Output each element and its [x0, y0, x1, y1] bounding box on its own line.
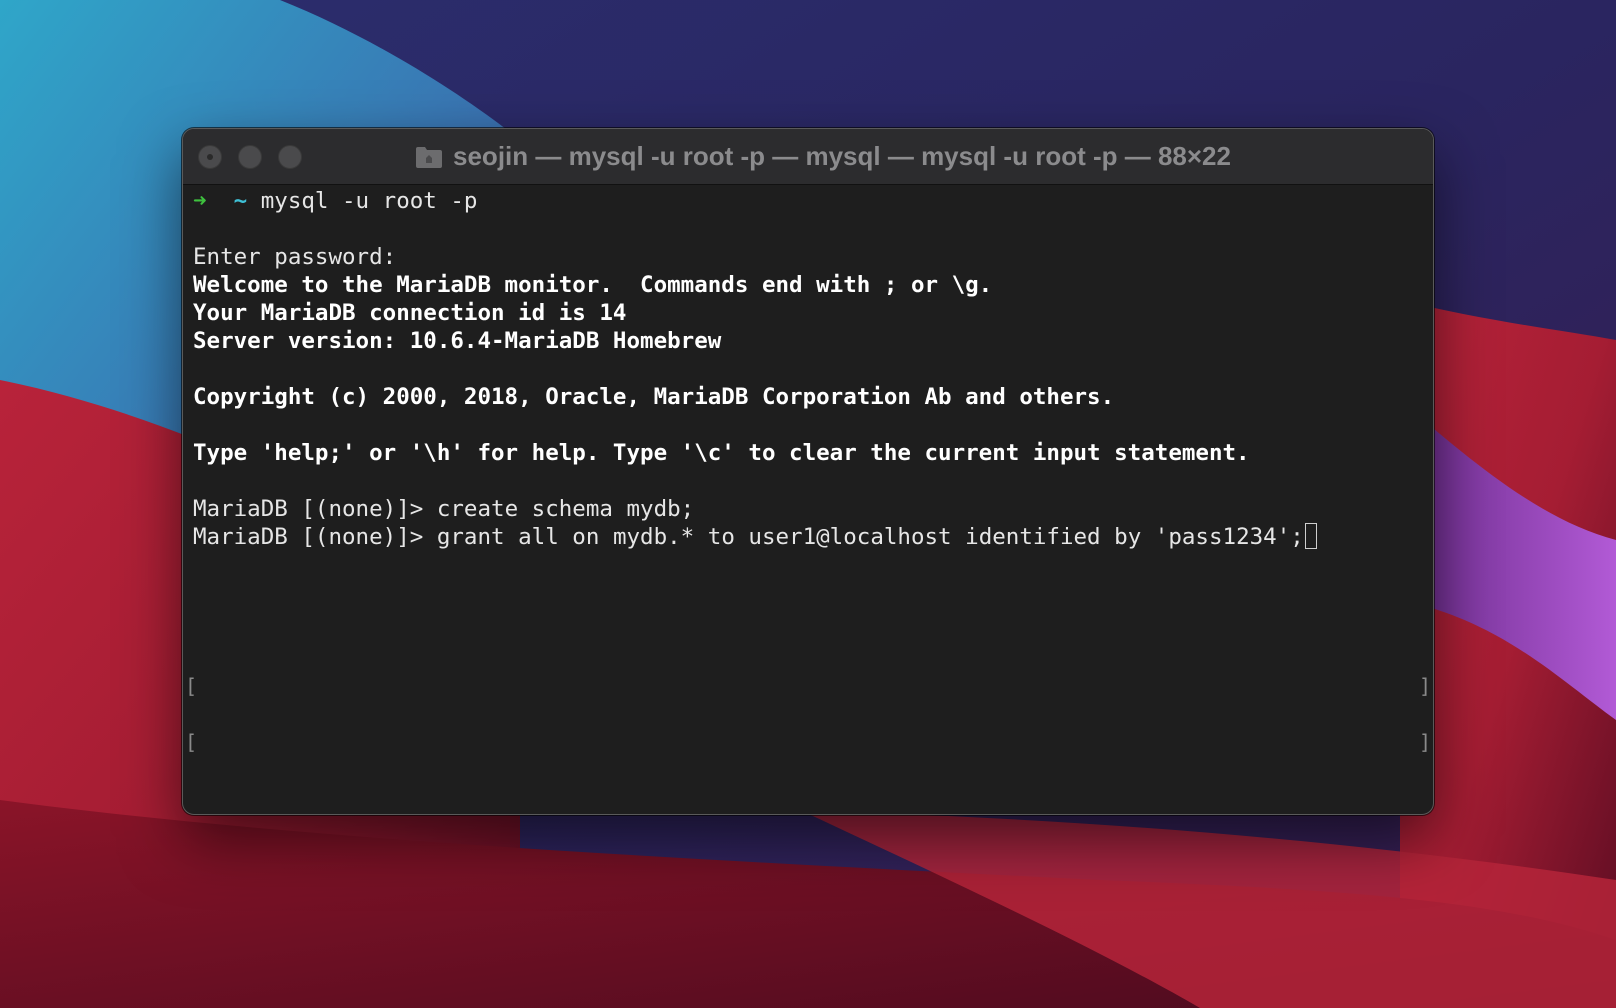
sql-command-input[interactable]: grant all on mydb.* to user1@localhost i…	[437, 524, 1304, 550]
shell-command: mysql -u root -p	[260, 188, 478, 214]
text-cursor	[1304, 523, 1317, 549]
prompt-directory: ~	[233, 188, 248, 214]
mariadb-prompt: MariaDB [(none)]>	[193, 496, 437, 522]
server-version-line: Server version: 10.6.4-MariaDB Homebrew	[193, 328, 722, 354]
title-bar[interactable]: seojin — mysql -u root -p — mysql — mysq…	[183, 129, 1433, 185]
folder-icon	[415, 145, 443, 169]
mariadb-prompt: MariaDB [(none)]>	[193, 524, 437, 550]
scroll-marker-right: ]	[1418, 730, 1431, 754]
scroll-marker-right: ]	[1418, 674, 1431, 698]
window-title: seojin — mysql -u root -p — mysql — mysq…	[453, 141, 1231, 171]
mariadb-command-line[interactable]: MariaDB [(none)]> grant all on mydb.* to…	[193, 523, 1423, 551]
connection-id-line: Your MariaDB connection id is 14	[193, 300, 627, 326]
title-wrap: seojin — mysql -u root -p — mysql — mysq…	[183, 129, 1433, 184]
scroll-marker-left: [	[185, 674, 198, 698]
scroll-marker-left: [	[185, 730, 198, 754]
enter-password-line: Enter password:	[193, 244, 397, 270]
prompt-arrow-icon: ➜	[193, 188, 207, 214]
help-line: Type 'help;' or '\h' for help. Type '\c'…	[193, 440, 1250, 466]
terminal-content[interactable]: ➜ ~ mysql -u root -p Enter password: Wel…	[193, 187, 1423, 551]
welcome-line: Welcome to the MariaDB monitor. Commands…	[193, 272, 993, 298]
mariadb-command-line: MariaDB [(none)]> create schema mydb;	[193, 495, 1423, 523]
terminal-window[interactable]: seojin — mysql -u root -p — mysql — mysq…	[182, 128, 1434, 815]
copyright-line: Copyright (c) 2000, 2018, Oracle, MariaD…	[193, 384, 1115, 410]
sql-command: create schema mydb;	[436, 496, 695, 522]
shell-prompt-line: ➜ ~ mysql -u root -p	[193, 187, 1423, 215]
